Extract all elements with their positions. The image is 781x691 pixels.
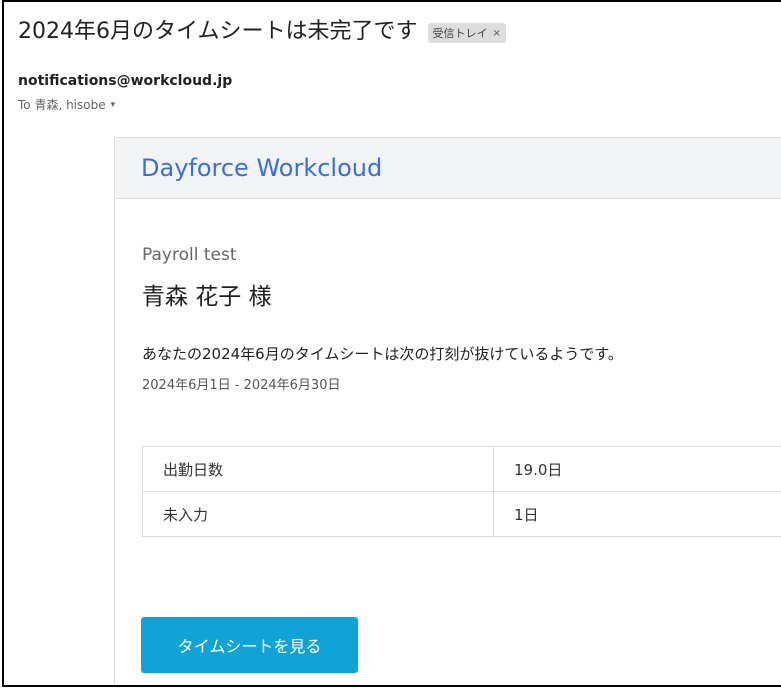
company-name: Payroll test [142,245,237,265]
row-value: 19.0日 [493,446,781,492]
email-subject: 2024年6月のタイムシートは未完了です [18,19,418,44]
inbox-label-chip[interactable]: 受信トレイ × [427,23,506,43]
period-range: 2024年6月1日 - 2024年6月30日 [142,378,341,393]
inbox-label-text: 受信トレイ [432,27,488,40]
recipients-text: To 青森, hisobe [18,98,106,112]
email-body-card: Dayforce Workcloud Payroll test 青森 花子 様 … [114,137,781,685]
row-label: 未入力 [142,491,494,537]
table-row: 出勤日数 19.0日 [142,446,781,492]
email-view: 2024年6月のタイムシートは未完了です 受信トレイ × notificatio… [2,0,781,687]
remove-label-icon[interactable]: × [493,28,501,39]
card-header: Dayforce Workcloud [115,138,781,199]
summary-table: 出勤日数 19.0日 未入力 1日 [142,446,781,537]
row-value: 1日 [493,491,781,537]
recipients-line[interactable]: To 青森, hisobe ▾ [18,96,115,113]
recipient-name: 青森 花子 様 [142,284,272,310]
table-row: 未入力 1日 [142,491,781,537]
sender-address[interactable]: notifications@workcloud.jp [18,73,232,89]
notice-message: あなたの2024年6月のタイムシートは次の打刻が抜けているようです。 [142,345,623,363]
chevron-down-icon[interactable]: ▾ [111,100,116,110]
brand-title: Dayforce Workcloud [141,154,383,182]
view-timesheet-button[interactable]: タイムシートを見る [141,617,358,673]
subject-row: 2024年6月のタイムシートは未完了です 受信トレイ × [18,16,506,48]
row-label: 出勤日数 [142,446,494,492]
